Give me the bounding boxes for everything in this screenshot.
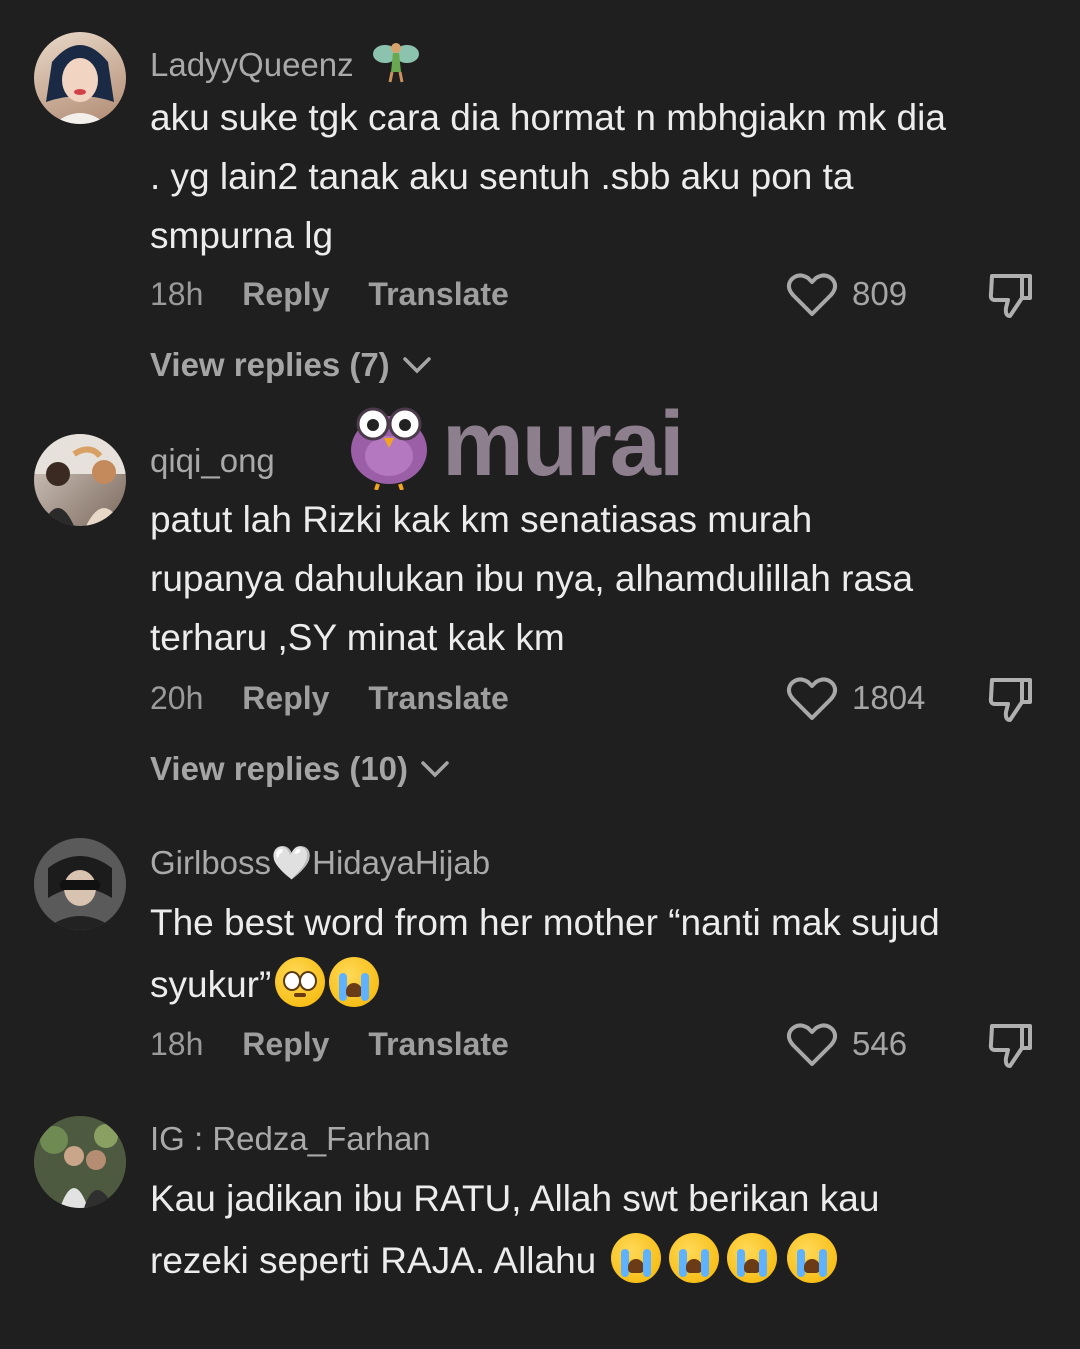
avatar[interactable] [34,1116,126,1208]
loudly-crying-face-emoji [786,1233,837,1283]
fairy-icon [371,38,421,92]
like-button[interactable]: 546 [786,1020,907,1068]
comment-time: 18h [150,276,204,312]
reply-button[interactable]: Reply [242,276,329,312]
view-replies-button[interactable]: View replies (10) [150,750,450,788]
view-replies-button[interactable]: View replies (7) [150,346,432,384]
like-count: 809 [852,275,908,312]
avatar[interactable] [34,434,126,526]
comment-text: aku suke tgk cara dia hormat n mbhgiakn … [150,97,946,256]
comment-item: qiqi_ong patut lah Rizki kak km senatias… [0,400,1080,820]
like-button[interactable]: 1804 [786,674,925,722]
dislike-icon[interactable] [986,1020,1036,1070]
comment-time: 20h [150,680,204,716]
like-button[interactable]: 809 [786,270,907,318]
pleading-face-emoji [275,957,326,1007]
username[interactable]: LadyyQueenz [150,38,421,92]
username[interactable]: Girlboss🤍HidayaHijab [150,844,490,883]
heart-icon [786,273,838,316]
loudly-crying-face-emoji [726,1233,777,1283]
comment-meta: 18h Reply Translate [150,1026,539,1063]
dislike-icon[interactable] [986,270,1036,320]
comment-text: Kau jadikan ibu RATU, Allah swt berikan … [150,1178,880,1283]
loudly-crying-face-emoji [668,1233,719,1283]
heart-icon [786,1023,838,1066]
reply-button[interactable]: Reply [242,1026,329,1062]
chevron-down-icon [402,357,431,374]
white-heart-icon: 🤍 [271,844,313,881]
comment-time: 18h [150,1026,204,1062]
avatar[interactable] [34,32,126,124]
avatar[interactable] [34,838,126,930]
loudly-crying-face-emoji [329,957,380,1007]
chevron-down-icon [421,761,449,778]
translate-button[interactable]: Translate [368,276,509,312]
loudly-crying-face-emoji [610,1233,661,1283]
dislike-icon[interactable] [986,674,1036,724]
heart-icon [786,677,838,720]
comment-meta: 20h Reply Translate [150,680,539,717]
username[interactable]: qiqi_ong [150,442,275,480]
like-count: 546 [852,1025,908,1062]
comment-meta: 18h Reply Translate [150,276,539,313]
comment-item: IG : Redza_Farhan Kau jadikan ibu RATU, … [0,1100,1080,1349]
translate-button[interactable]: Translate [368,1026,509,1062]
username[interactable]: IG : Redza_Farhan [150,1120,431,1158]
like-count: 1804 [852,679,926,716]
reply-button[interactable]: Reply [242,680,329,716]
comment-text: patut lah Rizki kak km senatiasas murah … [150,499,914,658]
comment-item: LadyyQueenz aku suke tgk cara dia hormat… [0,0,1080,400]
translate-button[interactable]: Translate [368,680,509,716]
comment-text: The best word from her mother “nanti mak… [150,902,940,1007]
comment-item: Girlboss🤍HidayaHijab The best word from … [0,820,1080,1100]
